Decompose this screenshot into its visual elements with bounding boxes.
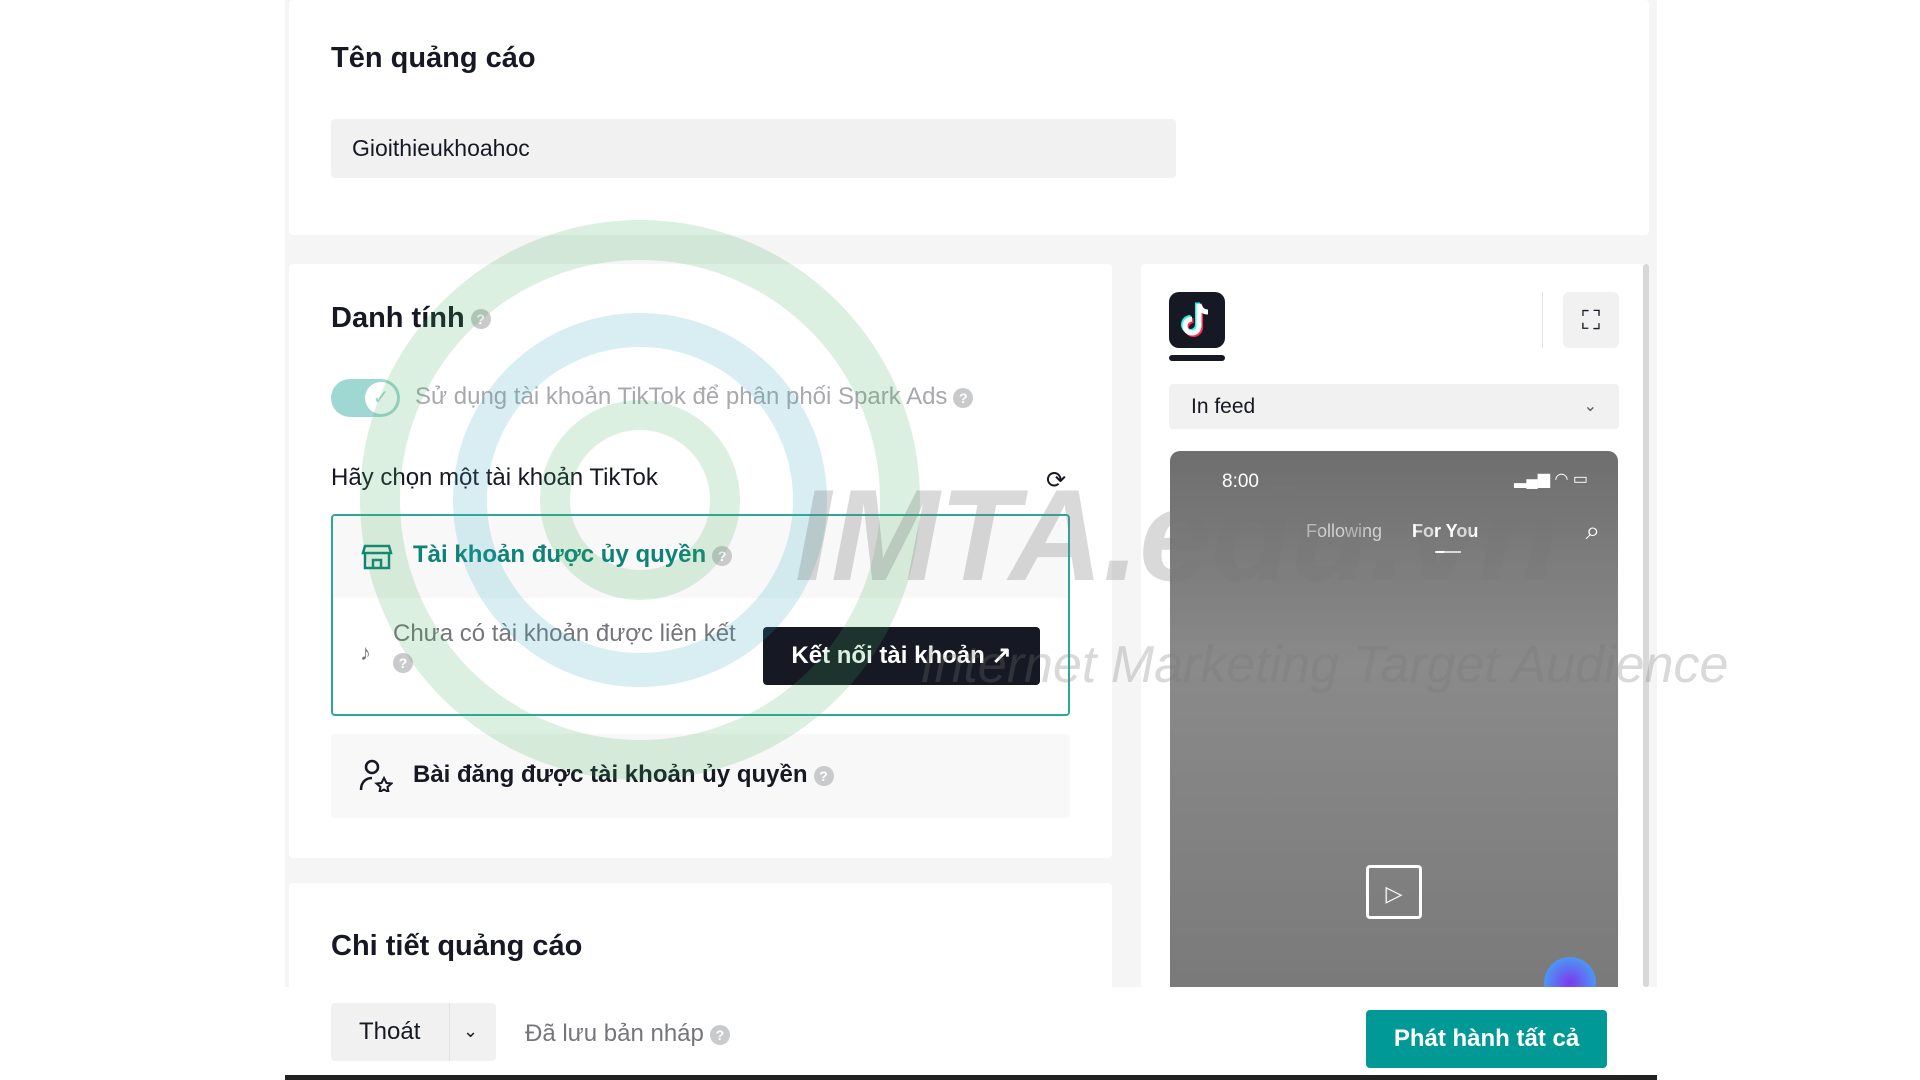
help-icon[interactable]: ? xyxy=(953,387,974,408)
placement-select[interactable]: In feed ⌄ xyxy=(1169,384,1619,429)
scrollbar[interactable] xyxy=(1643,264,1649,987)
avatar xyxy=(1544,957,1596,987)
search-icon: ⌕ xyxy=(1585,515,1600,545)
chevron-down-icon[interactable]: ⌄ xyxy=(463,1003,478,1059)
fullscreen-button[interactable]: ⛶ xyxy=(1563,292,1619,348)
watermark-brand: IMTA.edu.vn xyxy=(795,462,1559,608)
ad-name-title: Tên quảng cáo xyxy=(331,42,536,74)
draft-saved-text: Đã lưu bản nháp xyxy=(525,1020,704,1047)
exit-label: Thoát xyxy=(359,1018,421,1045)
draft-saved-status: Đã lưu bản nháp? xyxy=(525,1020,730,1048)
ad-name-input[interactable]: Gioithieukhoahoc xyxy=(331,119,1176,178)
video-placeholder-icon: ▷ xyxy=(1366,865,1422,919)
chevron-down-icon: ⌄ xyxy=(1583,398,1597,415)
bottom-edge xyxy=(285,1075,1657,1080)
placement-value: In feed xyxy=(1191,395,1256,418)
exit-button[interactable]: Thoát ⌄ xyxy=(331,1003,496,1061)
tiktok-logo-tab[interactable] xyxy=(1169,292,1225,348)
tiktok-logo-icon xyxy=(1181,302,1209,337)
ad-details-title: Chi tiết quảng cáo xyxy=(331,930,583,962)
active-tab-indicator xyxy=(1169,355,1225,361)
publish-all-button[interactable]: Phát hành tất cả xyxy=(1366,1010,1607,1068)
help-icon[interactable]: ? xyxy=(709,1024,730,1045)
divider xyxy=(449,1003,450,1061)
ad-name-card xyxy=(289,0,1649,235)
watermark-tagline: Internet Marketing Target Audience xyxy=(920,636,1729,694)
expand-icon: ⛶ xyxy=(1581,305,1601,335)
divider xyxy=(1542,292,1543,348)
